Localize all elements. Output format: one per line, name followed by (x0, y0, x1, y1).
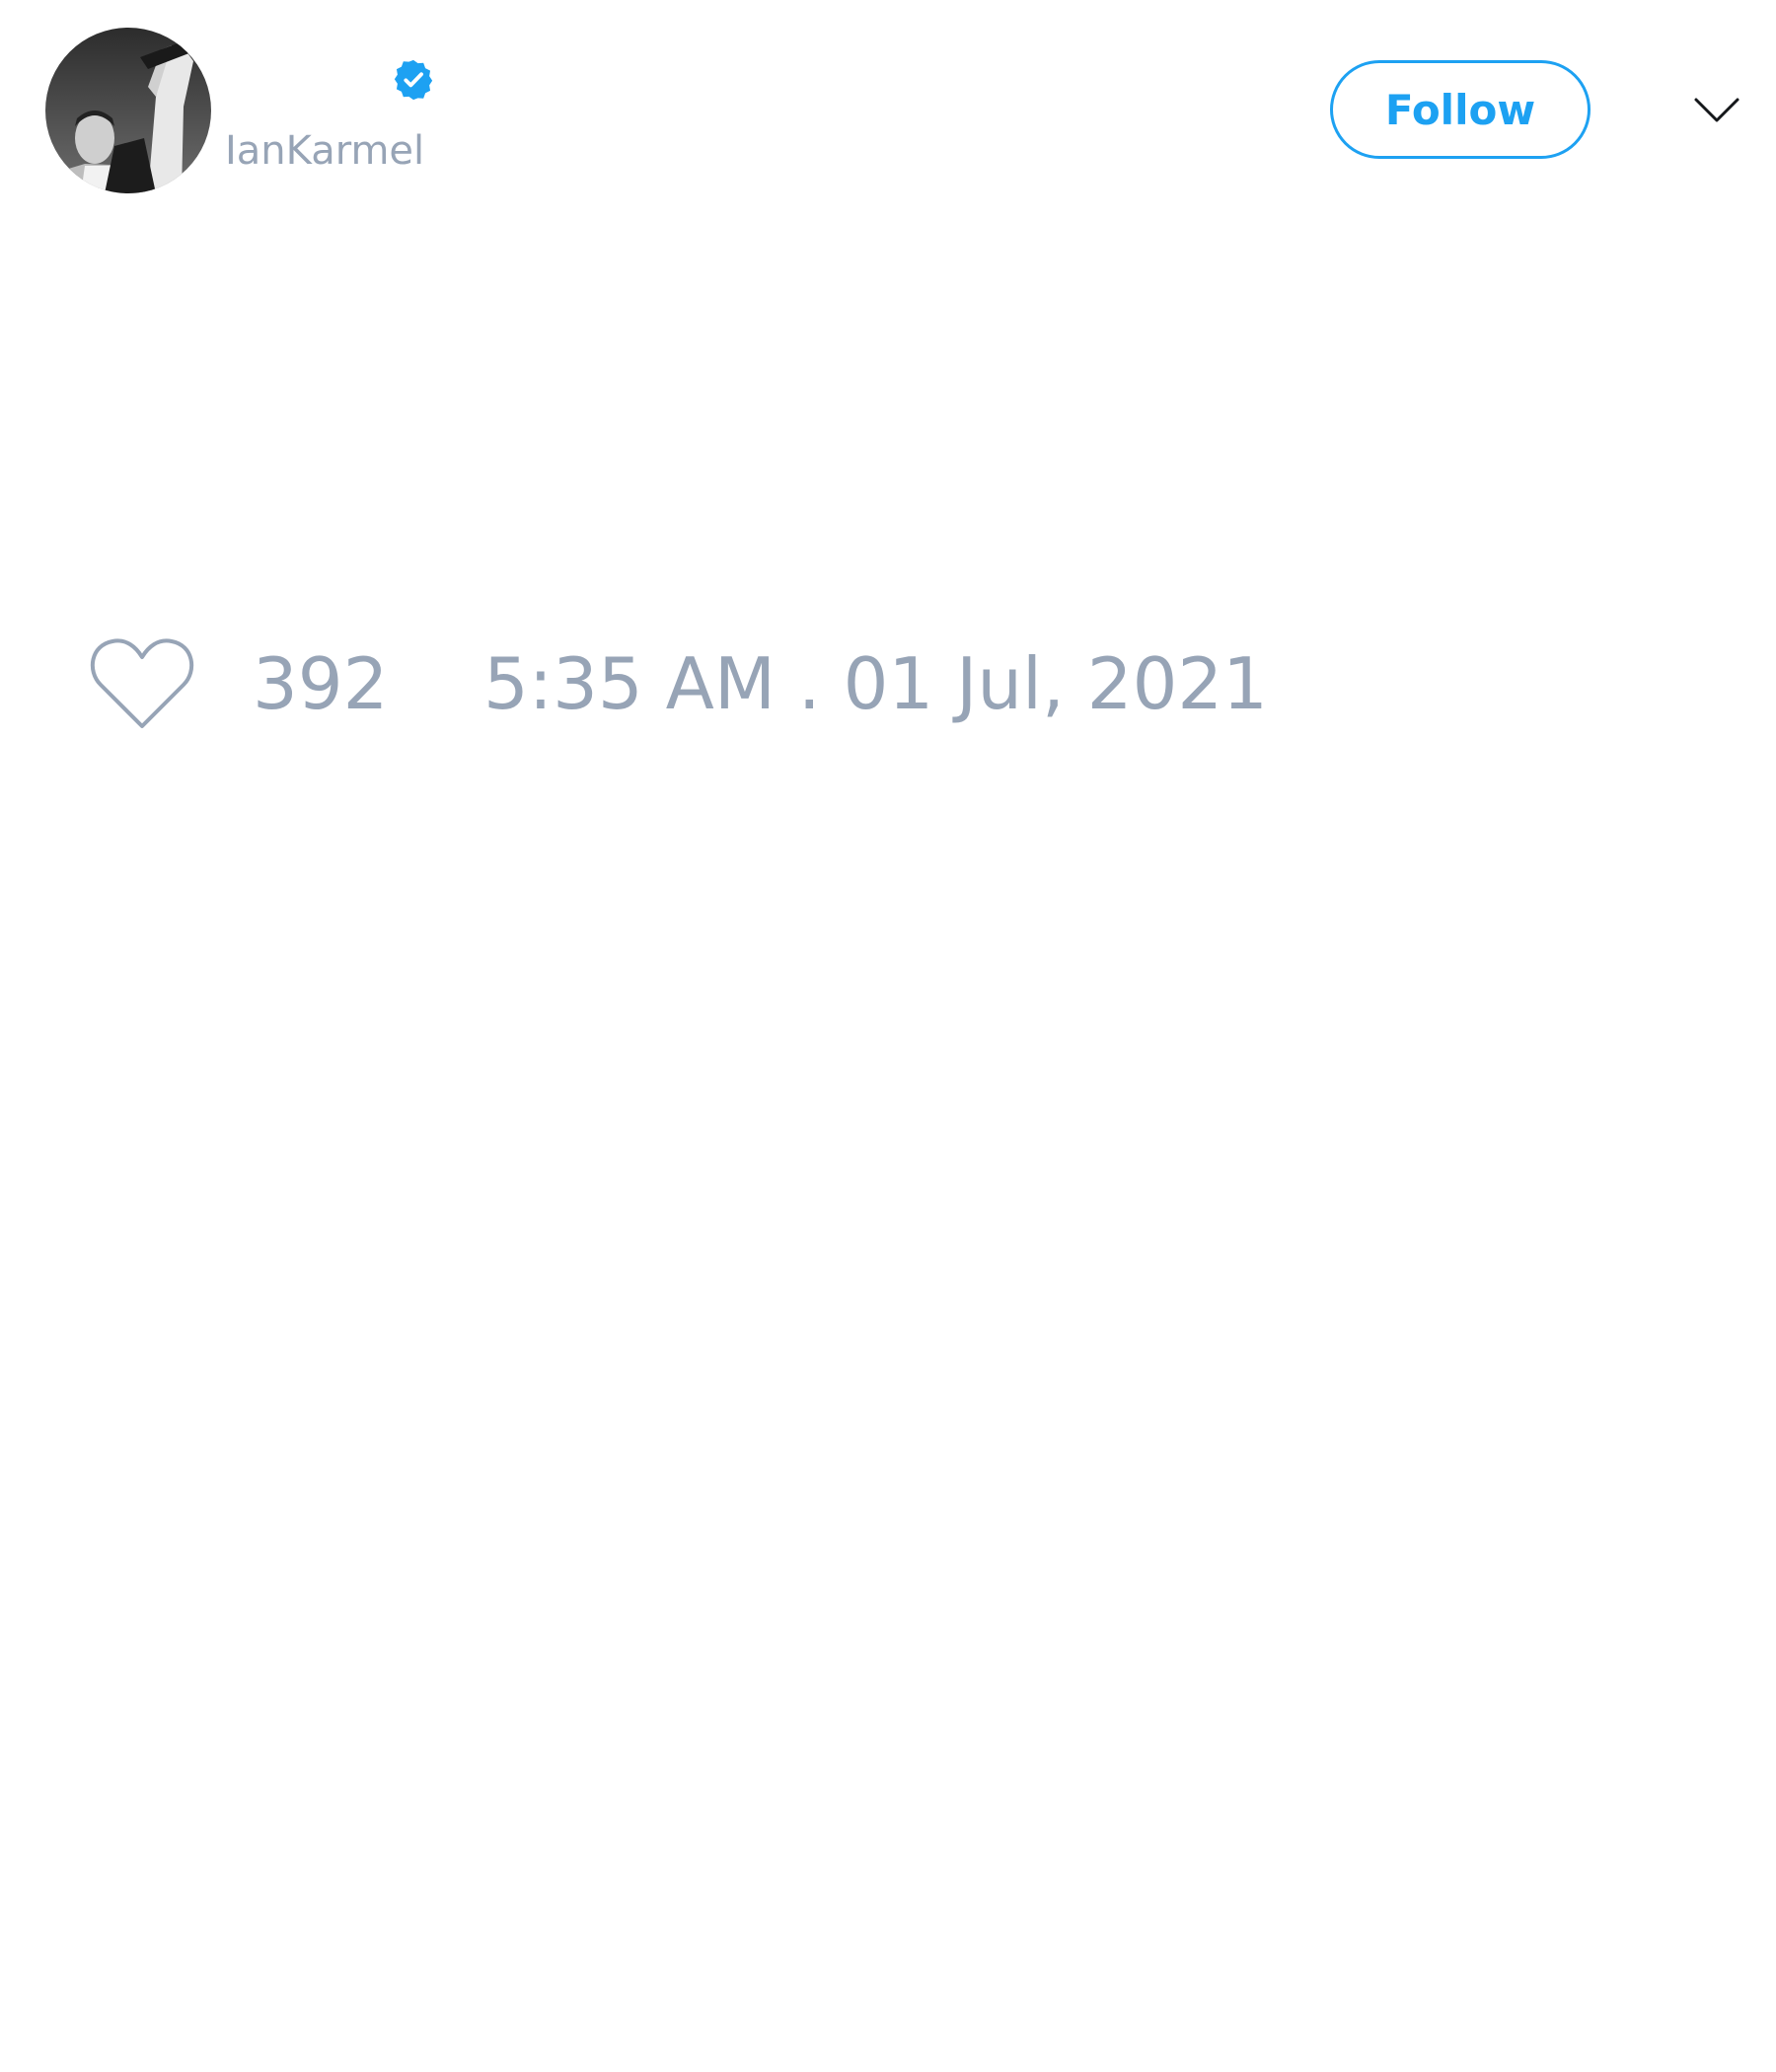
avatar[interactable] (45, 28, 211, 193)
avatar-photo (45, 28, 211, 193)
verified-badge-icon (391, 57, 436, 103)
tweet-card: IanKarmel Follow 392 5:35 AM . 01 Jul, 2… (0, 0, 1776, 2072)
heart-outline-icon[interactable] (89, 635, 195, 730)
like-count: 392 (253, 642, 389, 725)
username[interactable]: IanKarmel (225, 126, 424, 176)
chevron-down-icon[interactable] (1693, 91, 1740, 130)
follow-button[interactable]: Follow (1330, 60, 1591, 159)
timestamp[interactable]: 5:35 AM . 01 Jul, 2021 (483, 641, 1268, 726)
